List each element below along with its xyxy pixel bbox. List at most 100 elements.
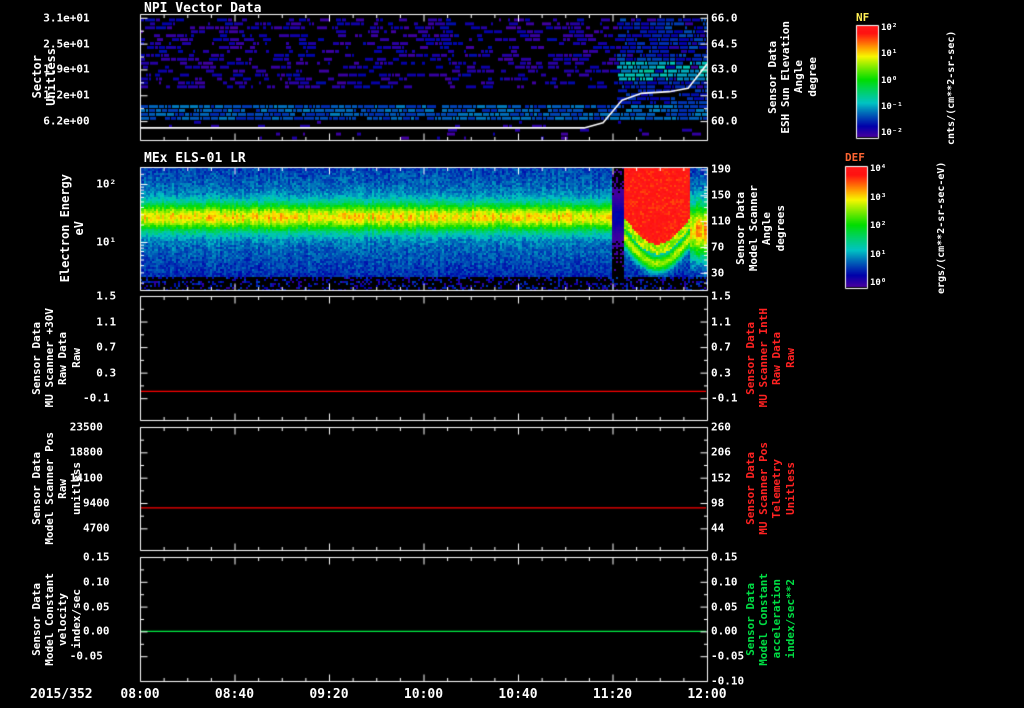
y-tick-label: 64.5 — [711, 37, 738, 51]
x-tick-label: 11:20 — [592, 687, 633, 702]
colorbar-tick-label: 10¹ — [870, 249, 887, 260]
y-tick-label: 0.7 — [711, 340, 731, 354]
y-tick-label: 0.05 — [711, 600, 738, 614]
left-axis-label: Sensor Data Model Scanner Pos Raw unitless — [30, 427, 83, 550]
axis-label-line: Angle — [760, 211, 774, 246]
axis-label-line: Unitless — [783, 462, 797, 515]
colorbar-tick-label: 10⁻¹ — [881, 101, 903, 112]
y-tick-label: 30 — [711, 266, 725, 280]
axis-label-line: index/sec**2 — [783, 579, 797, 659]
axis-label-line: MU Scanner Pos — [757, 442, 771, 535]
x-tick-label: 08:00 — [120, 687, 160, 702]
plots-canvas — [0, 0, 1024, 708]
x-tick-label: 09:20 — [309, 687, 349, 702]
y-tick-label: 9400 — [83, 496, 110, 510]
y-tick-label: 0.3 — [711, 366, 731, 380]
colorbar-tick-label: 10⁰ — [870, 278, 887, 288]
colorbar-title-def: DEF — [845, 151, 865, 164]
y-tick-label: 98 — [711, 496, 725, 510]
axis-label-line: Sensor Data — [766, 40, 779, 114]
colorbar-unit-nf: cnts/(cm**2-sr-sec) — [946, 30, 957, 145]
y-tick-label: 260 — [711, 420, 731, 434]
axis-label-line: ESH Sun Elevation — [779, 20, 793, 134]
x-tick-label: 10:00 — [403, 687, 444, 702]
axis-label-line: degree — [805, 57, 819, 97]
axis-label-line: Telemetry — [770, 458, 784, 519]
y-tick-label: -0.1 — [83, 391, 110, 405]
y-tick-label: 1.5 — [711, 289, 731, 303]
y-tick-label: 150 — [711, 188, 731, 202]
colorbar-tick-label: 10³ — [870, 192, 887, 203]
y-tick-label: 110 — [711, 214, 731, 228]
y-tick-label: 4700 — [83, 521, 110, 535]
y-tick-label: 0.00 — [83, 624, 110, 638]
left-axis-label: Sensor Data Model Constant velocity index/s… — [30, 557, 83, 681]
y-tick-label: 0.00 — [711, 624, 738, 638]
axis-label-line: Raw — [56, 478, 70, 499]
axis-label-line: eV — [72, 221, 87, 236]
y-tick-label: 152 — [711, 471, 731, 485]
x-tick-label: 08:40 — [214, 687, 255, 702]
y-tick-label: -0.10 — [711, 674, 745, 688]
left-axis-label: Sensor Data MU Scanner +30V Raw Data Raw — [30, 296, 83, 420]
axis-label-line: Raw — [783, 348, 797, 368]
science-plot-figure: NPI Vector Data MEx ELS-01 LR NF DEF cnt… — [0, 0, 1024, 708]
axis-label-line: MU Scanner +30V — [43, 308, 57, 408]
y-tick-label: 0.15 — [711, 550, 738, 564]
y-tick-label: 206 — [711, 445, 731, 459]
y-tick-label: 0.3 — [96, 366, 117, 380]
colorbar-tick-label: 10⁻² — [881, 128, 903, 138]
axis-label-line: Sensor Data — [734, 192, 747, 265]
axis-label-line: unitless — [69, 462, 83, 515]
x-tick-label: 10:40 — [498, 687, 538, 702]
axis-label-line: degrees — [773, 205, 787, 252]
panel-title-npi: NPI Vector Data — [144, 1, 262, 16]
axis-label-line: Sensor Data — [744, 452, 757, 525]
right-axis-label: Sensor Data Model Constant acceleration ind… — [744, 557, 797, 681]
colorbar-tick-label: 10⁴ — [870, 164, 887, 174]
axis-label-line: Sensor Data — [744, 321, 757, 395]
axis-label-line: Sensor Data — [30, 452, 43, 525]
axis-label-line: acceleration — [770, 579, 784, 659]
right-axis-label: Sensor Data MU Scanner IntH Raw Data Raw — [744, 296, 797, 420]
y-tick-label: -0.05 — [711, 649, 745, 663]
left-axis-label: Sector Unitless — [30, 14, 59, 140]
axis-label-line: Sensor Data — [30, 321, 43, 395]
y-tick-label: 10¹ — [96, 235, 117, 249]
y-tick-label: 0.15 — [83, 550, 110, 564]
axis-label-line: Model Scanner Pos — [43, 432, 57, 545]
y-tick-label: 0.05 — [83, 600, 110, 614]
axis-label-line: Model Constant — [757, 572, 771, 666]
y-tick-label: 1.1 — [96, 315, 117, 329]
x-tick-label: 12:00 — [687, 687, 727, 702]
right-axis-label: Sensor Data MU Scanner Pos Telemetry Unitle… — [744, 427, 797, 550]
colorbar-tick-label: 10¹ — [881, 49, 898, 60]
colorbar-tick-label: 10⁰ — [881, 75, 898, 86]
y-tick-label: 0.10 — [83, 575, 110, 589]
axis-label-line: velocity — [56, 592, 70, 646]
y-tick-label: 66.0 — [711, 11, 738, 25]
axis-label-line: Raw — [69, 348, 83, 368]
right-axis-label: Sensor Data Model Scanner Angle degrees — [734, 167, 787, 290]
y-tick-label: 1.1 — [711, 315, 731, 329]
y-tick-label: 70 — [711, 240, 725, 254]
y-tick-label: 0.10 — [711, 575, 738, 589]
colorbar-tick-label: 10² — [870, 221, 887, 231]
axis-label-line: Sensor Data — [30, 582, 43, 656]
y-tick-label: 0.7 — [96, 340, 117, 354]
axis-label-line: Raw Data — [56, 331, 70, 385]
axis-label-line: Model Scanner — [747, 185, 761, 272]
axis-label-line: Model Constant — [43, 572, 57, 666]
colorbar-title-nf: NF — [856, 11, 870, 24]
axis-label-line: Sector — [30, 55, 44, 99]
date-label: 2015/352 — [30, 687, 93, 702]
y-tick-label: 44 — [711, 521, 725, 535]
y-tick-label: 10² — [96, 177, 117, 191]
axis-label-line: Angle — [792, 60, 806, 94]
y-tick-label: 190 — [711, 162, 731, 176]
y-tick-label: -0.1 — [711, 391, 738, 405]
left-axis-label: Electron Energy eV — [58, 167, 87, 290]
y-tick-label: 1.5 — [96, 289, 117, 303]
axis-label-line: Raw Data — [770, 331, 784, 385]
colorbar-tick-label: 10² — [881, 23, 898, 33]
